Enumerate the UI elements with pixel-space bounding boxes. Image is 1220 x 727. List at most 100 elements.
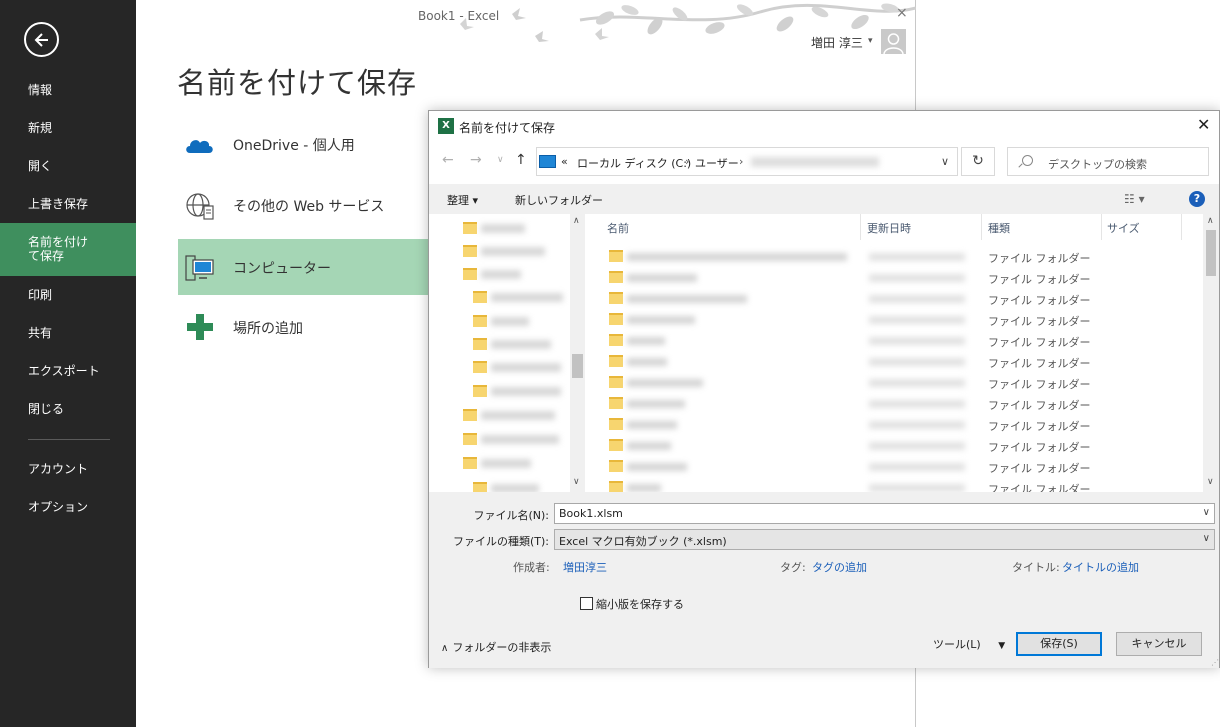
plus-icon xyxy=(187,314,213,340)
scroll-up-icon[interactable]: ∧ xyxy=(1207,216,1214,226)
sidebar-item-save-as[interactable]: 名前を付けて保存 xyxy=(0,223,136,276)
list-item[interactable]: ファイル フォルダー xyxy=(585,435,1195,456)
search-box[interactable]: デスクトップの検索 xyxy=(1007,147,1209,176)
command-bar: 整理 ▾ 新しいフォルダー ☷ ▾ xyxy=(429,184,1219,214)
view-options-icon[interactable]: ☷ ▾ xyxy=(1124,192,1145,206)
scroll-up-icon[interactable]: ∧ xyxy=(573,216,580,226)
sidebar-item-info[interactable]: 情報 xyxy=(0,83,136,97)
folder-icon xyxy=(609,292,623,304)
column-header-date[interactable]: 更新日時 xyxy=(867,220,911,236)
globe-icon xyxy=(186,193,214,220)
window-close-icon[interactable]: × xyxy=(896,5,908,21)
resize-grip-icon[interactable]: ⋰ xyxy=(1211,658,1219,667)
folder-icon xyxy=(473,482,487,492)
dialog-close-icon[interactable]: ✕ xyxy=(1197,115,1210,134)
folder-icon xyxy=(609,481,623,492)
sidebar-item-export[interactable]: エクスポート xyxy=(0,364,136,378)
list-item[interactable]: ファイル フォルダー xyxy=(585,414,1195,435)
sidebar-item-options[interactable]: オプション xyxy=(0,500,136,514)
user-name[interactable]: 増田 淳三 xyxy=(811,34,863,51)
list-item[interactable]: ファイル フォルダー xyxy=(585,330,1195,351)
place-computer[interactable]: コンピューター xyxy=(178,239,438,295)
list-item[interactable]: ファイル フォルダー xyxy=(585,477,1195,492)
search-input[interactable]: デスクトップの検索 xyxy=(1048,156,1147,172)
author-label: 作成者: xyxy=(513,561,550,574)
author-value[interactable]: 増田淳三 xyxy=(563,559,607,575)
help-icon[interactable]: ? xyxy=(1189,191,1205,207)
filetype-dropdown-icon[interactable]: ∨ xyxy=(1203,533,1210,544)
folder-icon xyxy=(609,334,623,346)
up-folder-icon[interactable]: ↑ xyxy=(515,152,527,168)
sidebar-item-print[interactable]: 印刷 xyxy=(0,288,136,302)
filename-input[interactable]: Book1.xlsm ∨ xyxy=(554,503,1215,524)
address-bar[interactable]: « ローカル ディスク (C:) › ユーザー › ∨ xyxy=(536,147,958,176)
list-item[interactable]: ファイル フォルダー xyxy=(585,267,1195,288)
file-list-scroll-thumb[interactable] xyxy=(1206,230,1216,276)
place-onedrive[interactable]: OneDrive - 個人用 xyxy=(178,116,438,172)
tools-menu[interactable]: ツール(L) ▼ xyxy=(933,636,1005,652)
list-item[interactable]: ファイル フォルダー xyxy=(585,351,1195,372)
excel-app-icon: X xyxy=(438,118,454,134)
folder-icon xyxy=(609,460,623,472)
folder-icon xyxy=(463,222,477,234)
save-thumbnail-checkbox[interactable] xyxy=(580,597,593,610)
filetype-select[interactable]: Excel マクロ有効ブック (*.xlsm) ∨ xyxy=(554,529,1215,550)
file-list-scrollbar[interactable]: ∧ ∨ xyxy=(1203,214,1219,492)
column-header-size[interactable]: サイズ xyxy=(1107,220,1140,236)
list-item[interactable]: ファイル フォルダー xyxy=(585,372,1195,393)
folder-icon xyxy=(609,250,623,262)
address-segment-redacted[interactable] xyxy=(751,157,879,167)
chevron-right-icon[interactable]: › xyxy=(739,155,743,168)
save-thumbnail-label[interactable]: 縮小版を保存する xyxy=(596,596,684,612)
folder-icon xyxy=(609,439,623,451)
scroll-down-icon[interactable]: ∨ xyxy=(1207,477,1214,487)
back-button[interactable] xyxy=(24,22,59,57)
new-folder-button[interactable]: 新しいフォルダー xyxy=(515,192,603,208)
place-web-services[interactable]: その他の Web サービス xyxy=(178,177,438,233)
list-item[interactable]: ファイル フォルダー xyxy=(585,456,1195,477)
cancel-button[interactable]: キャンセル xyxy=(1116,632,1202,656)
folder-icon xyxy=(473,385,487,397)
title-value[interactable]: タイトルの追加 xyxy=(1062,559,1139,575)
organize-button[interactable]: 整理 ▾ xyxy=(447,192,478,208)
sidebar-item-new[interactable]: 新規 xyxy=(0,121,136,135)
forward-nav-icon[interactable]: → xyxy=(470,152,482,168)
address-overflow[interactable]: « xyxy=(561,155,568,168)
sidebar-item-open[interactable]: 開く xyxy=(0,159,136,173)
navigation-scrollbar[interactable]: ∧ ∨ xyxy=(570,214,585,492)
file-list[interactable]: ^ 名前 更新日時 種類 サイズ ファイル フォルダー ファイル フォルダー フ… xyxy=(585,214,1219,492)
sidebar-item-account[interactable]: アカウント xyxy=(0,462,136,476)
place-label-add-location: 場所の追加 xyxy=(233,321,303,337)
list-item[interactable]: ファイル フォルダー xyxy=(585,309,1195,330)
refresh-button[interactable]: ↻ xyxy=(961,147,995,176)
filename-dropdown-icon[interactable]: ∨ xyxy=(1203,507,1210,518)
chevron-right-icon[interactable]: › xyxy=(685,155,689,168)
list-item[interactable]: ファイル フォルダー xyxy=(585,393,1195,414)
user-avatar-icon[interactable] xyxy=(881,29,906,54)
sidebar-item-share[interactable]: 共有 xyxy=(0,326,136,340)
hide-folders-button[interactable]: ∧ フォルダーの非表示 xyxy=(441,639,551,655)
sort-ascending-icon: ^ xyxy=(724,214,733,221)
navigation-pane[interactable]: ∧ ∨ xyxy=(429,214,585,492)
navigation-scroll-thumb[interactable] xyxy=(572,354,583,378)
address-segment-users[interactable]: ユーザー xyxy=(695,155,739,171)
address-dropdown-icon[interactable]: ∨ xyxy=(941,155,949,168)
address-segment-local-disk[interactable]: ローカル ディスク (C:) xyxy=(577,155,691,171)
sidebar-item-save[interactable]: 上書き保存 xyxy=(0,197,136,211)
list-item[interactable]: ファイル フォルダー xyxy=(585,246,1195,267)
save-button[interactable]: 保存(S) xyxy=(1016,632,1102,656)
backstage-sidebar: 情報 新規 開く 上書き保存 名前を付けて保存 印刷 共有 エクスポート 閉じる… xyxy=(0,0,136,727)
sidebar-item-close[interactable]: 閉じる xyxy=(0,402,136,416)
scroll-down-icon[interactable]: ∨ xyxy=(573,477,580,487)
folder-icon xyxy=(609,271,623,283)
column-header-name[interactable]: 名前 xyxy=(607,220,629,236)
user-dropdown-icon[interactable]: ▾ xyxy=(868,36,873,46)
tag-value[interactable]: タグの追加 xyxy=(812,559,867,575)
list-item[interactable]: ファイル フォルダー xyxy=(585,288,1195,309)
search-icon xyxy=(1022,155,1033,166)
column-header-type[interactable]: 種類 xyxy=(988,220,1010,236)
recent-locations-icon[interactable]: ∨ xyxy=(497,155,504,165)
place-add-location[interactable]: 場所の追加 xyxy=(178,299,438,355)
folder-icon xyxy=(609,418,623,430)
back-nav-icon[interactable]: ← xyxy=(442,152,454,168)
